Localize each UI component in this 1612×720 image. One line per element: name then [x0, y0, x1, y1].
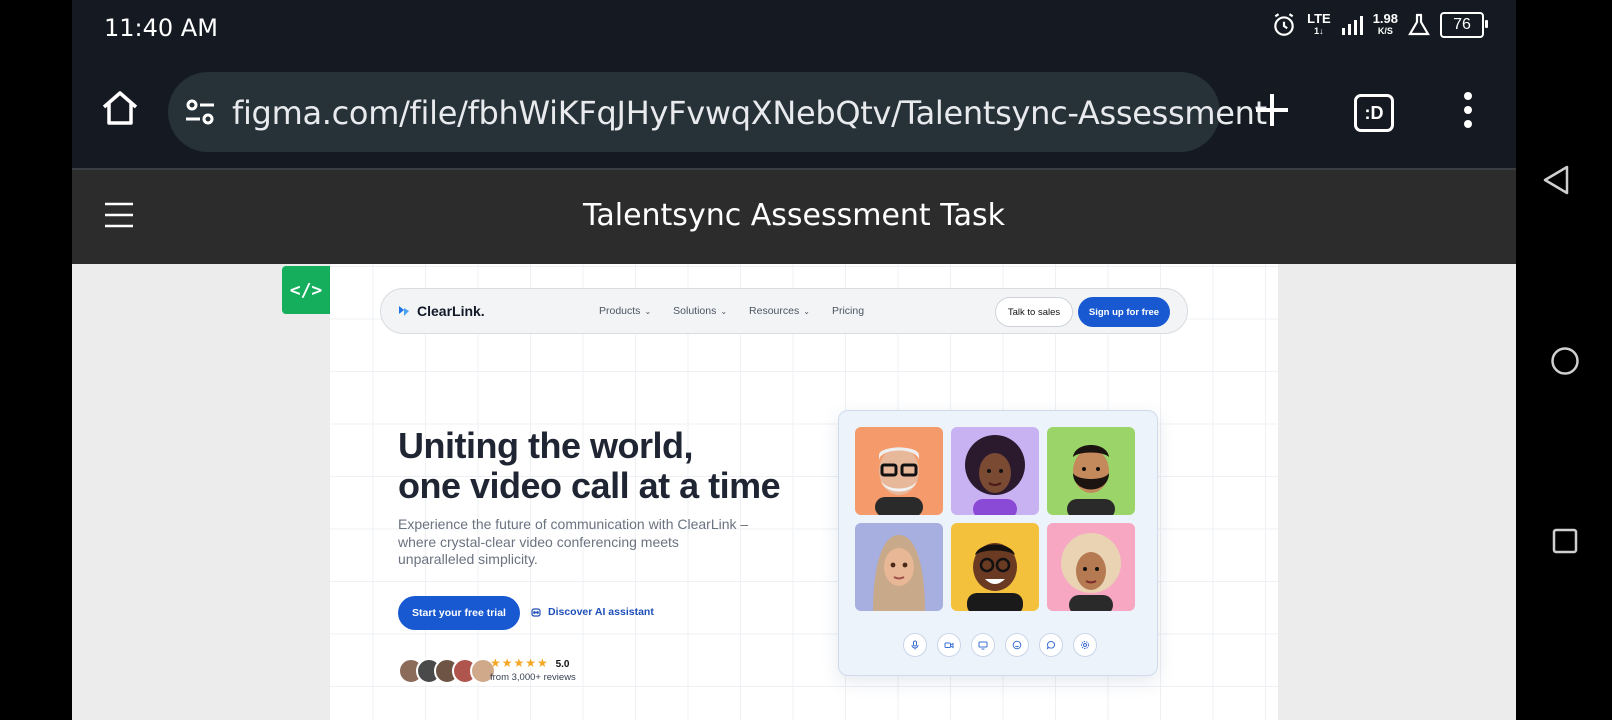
status-bar: 11:40 AM LTE 1↓ 1.98 K/S 76 [72, 0, 1516, 56]
signal-icon [1341, 16, 1363, 35]
participant-tile [855, 523, 943, 611]
battery-indicator: 76 [1440, 12, 1488, 38]
camera-icon[interactable] [937, 633, 961, 657]
url-text: figma.com/file/fbhWiKFqJHyFvwqXNebQtv/Ta… [232, 94, 1267, 132]
android-navigation-bar [1516, 0, 1612, 720]
new-tab-icon[interactable] [1252, 90, 1292, 130]
participant-tile [1047, 523, 1135, 611]
site-navbar: ClearLink. Products ⌄ Solutions ⌄ Resource… [380, 288, 1188, 334]
talk-to-sales-button[interactable]: Talk to sales [995, 297, 1073, 327]
menu-resources[interactable]: Resources ⌄ [749, 305, 810, 317]
emoji-icon[interactable] [1005, 633, 1029, 657]
alarm-icon [1274, 13, 1294, 36]
avatar-bearded-man [1067, 445, 1115, 515]
star-icons: ★★★★★ [490, 656, 549, 670]
participant-tile [951, 523, 1039, 611]
browser-toolbar: figma.com/file/fbhWiKFqJHyFvwqXNebQtv/Ta… [72, 56, 1516, 170]
chevron-down-icon: ⌄ [720, 307, 728, 316]
rating: ★★★★★ 5.0 [490, 656, 569, 670]
sign-up-button[interactable]: Sign up for free [1078, 297, 1170, 327]
back-icon[interactable] [1542, 164, 1570, 196]
phone-screen: 11:40 AM LTE 1↓ 1.98 K/S 76 figma.com/fi… [72, 0, 1516, 720]
reviewer-avatars [398, 658, 496, 684]
hero-subtitle: Experience the future of communication w… [398, 516, 749, 567]
status-time: 11:40 AM [104, 14, 218, 42]
video-call-preview [838, 410, 1158, 676]
menu-solutions[interactable]: Solutions ⌄ [673, 305, 727, 317]
chevron-down-icon: ⌄ [803, 307, 810, 316]
chevron-down-icon: ⌄ [644, 307, 652, 316]
avatar-smiling-man [967, 543, 1023, 611]
figma-header: Talentsync Assessment Task [72, 170, 1516, 264]
brand-name: ClearLink. [417, 303, 485, 319]
design-frame[interactable]: ClearLink. Products ⌄ Solutions ⌄ Resource… [330, 264, 1278, 720]
figma-canvas[interactable]: </> ClearLink. Products ⌄ Solutions ⌄ Reso… [72, 264, 1516, 720]
menu-products[interactable]: Products ⌄ [599, 305, 651, 317]
chat-icon[interactable] [1039, 633, 1063, 657]
settings-gear-icon[interactable] [1073, 633, 1097, 657]
site-settings-icon[interactable] [184, 96, 216, 128]
home-circle-icon[interactable] [1550, 346, 1580, 376]
menu-pricing[interactable]: Pricing [832, 305, 864, 317]
avatar-woman-curly [965, 435, 1025, 515]
start-trial-button[interactable]: Start your free trial [398, 596, 520, 630]
site-menu: Products ⌄ Solutions ⌄ Resources ⌄ Pricing [599, 305, 864, 317]
call-controls [903, 633, 1097, 657]
network-indicator: LTE 1↓ [1307, 11, 1331, 36]
reviews-count: from 3,000+ reviews [490, 672, 576, 683]
participant-tile [855, 427, 943, 515]
discover-ai-link[interactable]: Discover AI assistant [530, 606, 654, 618]
participant-tile [1047, 427, 1135, 515]
microphone-icon[interactable] [903, 633, 927, 657]
status-icons: LTE 1↓ 1.98 K/S 76 [1271, 11, 1488, 38]
recents-icon[interactable] [1552, 528, 1578, 554]
participant-tile [951, 427, 1039, 515]
address-bar[interactable]: figma.com/file/fbhWiKFqJHyFvwqXNebQtv/Ta… [168, 72, 1267, 152]
hero-title: Uniting the world, one video call at a t… [398, 425, 781, 506]
dev-mode-button[interactable]: </> [282, 266, 330, 314]
flask-icon [1408, 13, 1430, 36]
clearlink-logo-icon [399, 306, 409, 316]
avatar-man-glasses [875, 447, 923, 515]
rating-value: 5.0 [555, 659, 570, 670]
home-icon[interactable] [100, 88, 140, 128]
tab-switcher-button[interactable]: :D [1354, 94, 1394, 132]
data-speed: 1.98 K/S [1372, 11, 1398, 36]
avatar-woman-blonde [1061, 533, 1121, 611]
screen-share-icon[interactable] [971, 633, 995, 657]
robot-icon [531, 608, 541, 617]
more-options-icon[interactable] [1462, 92, 1474, 128]
brand-logo[interactable]: ClearLink. [397, 303, 485, 319]
avatar-woman-hijab [873, 535, 925, 611]
file-title: Talentsync Assessment Task [583, 198, 1005, 233]
